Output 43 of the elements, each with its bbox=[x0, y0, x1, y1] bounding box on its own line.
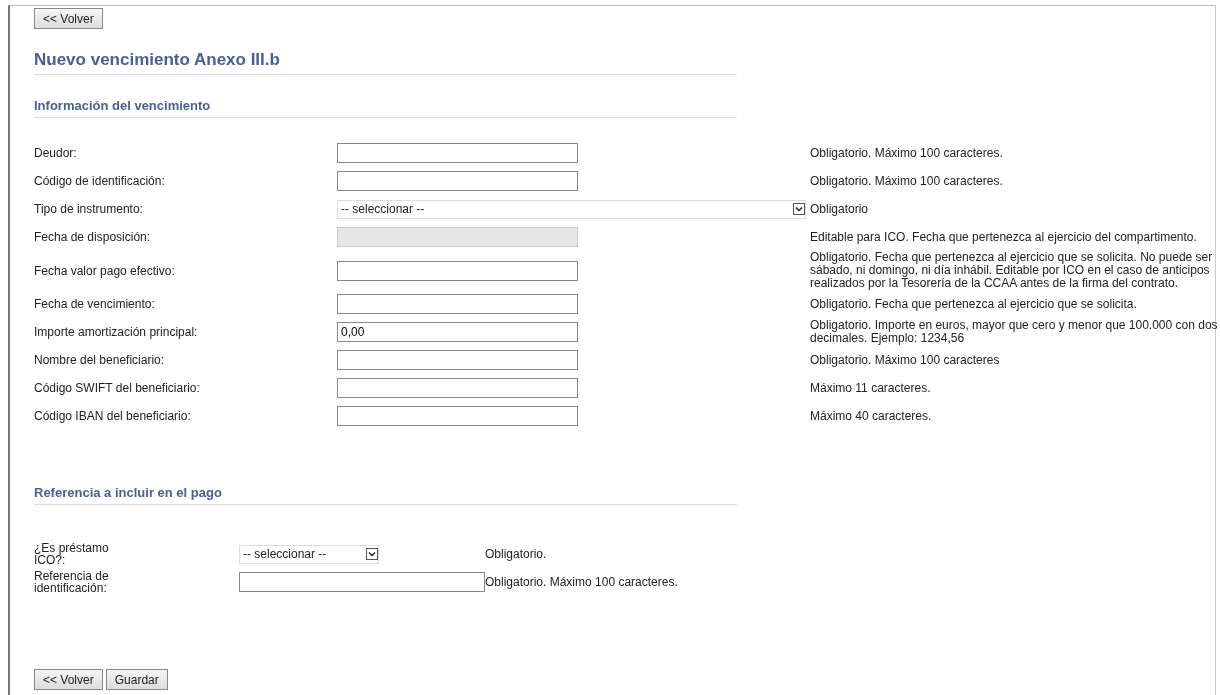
input-field[interactable] bbox=[337, 260, 578, 281]
input-field[interactable]: 0,00 bbox=[337, 322, 578, 342]
help-text: Máximo 11 caracteres. bbox=[810, 379, 932, 397]
field-label: Código SWIFT del beneficiario: bbox=[34, 380, 201, 397]
form-button[interactable]: << Volver bbox=[34, 669, 103, 690]
field-label: Fecha de vencimiento: bbox=[34, 296, 156, 313]
field-label: Nombre del beneficiario: bbox=[34, 352, 166, 369]
back-button[interactable]: << Volver bbox=[34, 8, 103, 29]
input-field[interactable] bbox=[337, 143, 578, 163]
help-text: Obligatorio. Máximo 100 caracteres bbox=[810, 351, 1001, 369]
field-label: Código de identificación: bbox=[34, 173, 166, 190]
field-label: Importe amortización principal: bbox=[34, 324, 199, 341]
help-text: Obligatorio. Importe en euros, mayor que cero y menor que 100.000 con dos decimales. Ejemplo: 1234,56 bbox=[810, 318, 1219, 346]
help-text: Obligatorio. Máximo 100 caracteres. bbox=[810, 144, 1004, 162]
section-heading: Información del vencimiento bbox=[34, 98, 212, 113]
section-heading: Referencia a incluir en el pago bbox=[34, 485, 223, 500]
field-label: Fecha de disposición: bbox=[34, 229, 152, 246]
field-label: Fecha valor pago efectivo: bbox=[34, 262, 176, 280]
field-label: Tipo de instrumento: bbox=[34, 201, 144, 218]
help-text: Editable para ICO. Fecha que pertenezca al ejercicio del compartimento. bbox=[810, 228, 1198, 246]
caret-icon bbox=[366, 548, 378, 560]
help-text: Máximo 40 caracteres. bbox=[810, 407, 933, 425]
caret-icon bbox=[793, 203, 805, 215]
input-field[interactable] bbox=[239, 572, 485, 592]
help-text: Obligatorio. Fecha que pertenezca al ejercicio que se solicita. bbox=[810, 295, 1138, 313]
page-title: Nuevo vencimiento Anexo III.b bbox=[34, 50, 281, 70]
dropdown[interactable]: -- seleccionar -- bbox=[239, 544, 379, 564]
input-field[interactable] bbox=[337, 350, 578, 370]
form-button[interactable]: Guardar bbox=[105, 669, 168, 690]
field-label: Código IBAN del beneficiario: bbox=[34, 408, 192, 425]
field-label: Deudor: bbox=[34, 145, 78, 162]
help-text: Obligatorio. bbox=[485, 545, 548, 563]
input-field[interactable] bbox=[337, 294, 578, 314]
field-label: ¿Es préstamo ICO?: bbox=[34, 540, 110, 568]
help-text: Obligatorio. Máximo 100 caracteres. bbox=[810, 172, 1004, 190]
input-field[interactable] bbox=[337, 406, 578, 426]
dropdown[interactable]: -- seleccionar -- bbox=[337, 199, 806, 219]
help-text: Obligatorio. Máximo 100 caracteres. bbox=[485, 573, 679, 591]
help-text: Obligatorio bbox=[810, 200, 870, 218]
help-text: Obligatorio. Fecha que pertenezca al ejercicio que se solicita. No puede ser sábado, ni domingo, ni día inhábil. Editable por ICO en el caso de anticipos realizados por la Tesorería de la CCAA antes de la firma del contrato. bbox=[810, 251, 1214, 290]
input-field[interactable] bbox=[337, 378, 578, 398]
input-field[interactable] bbox=[337, 171, 578, 191]
field-label: Referencia de identificación: bbox=[34, 568, 110, 596]
